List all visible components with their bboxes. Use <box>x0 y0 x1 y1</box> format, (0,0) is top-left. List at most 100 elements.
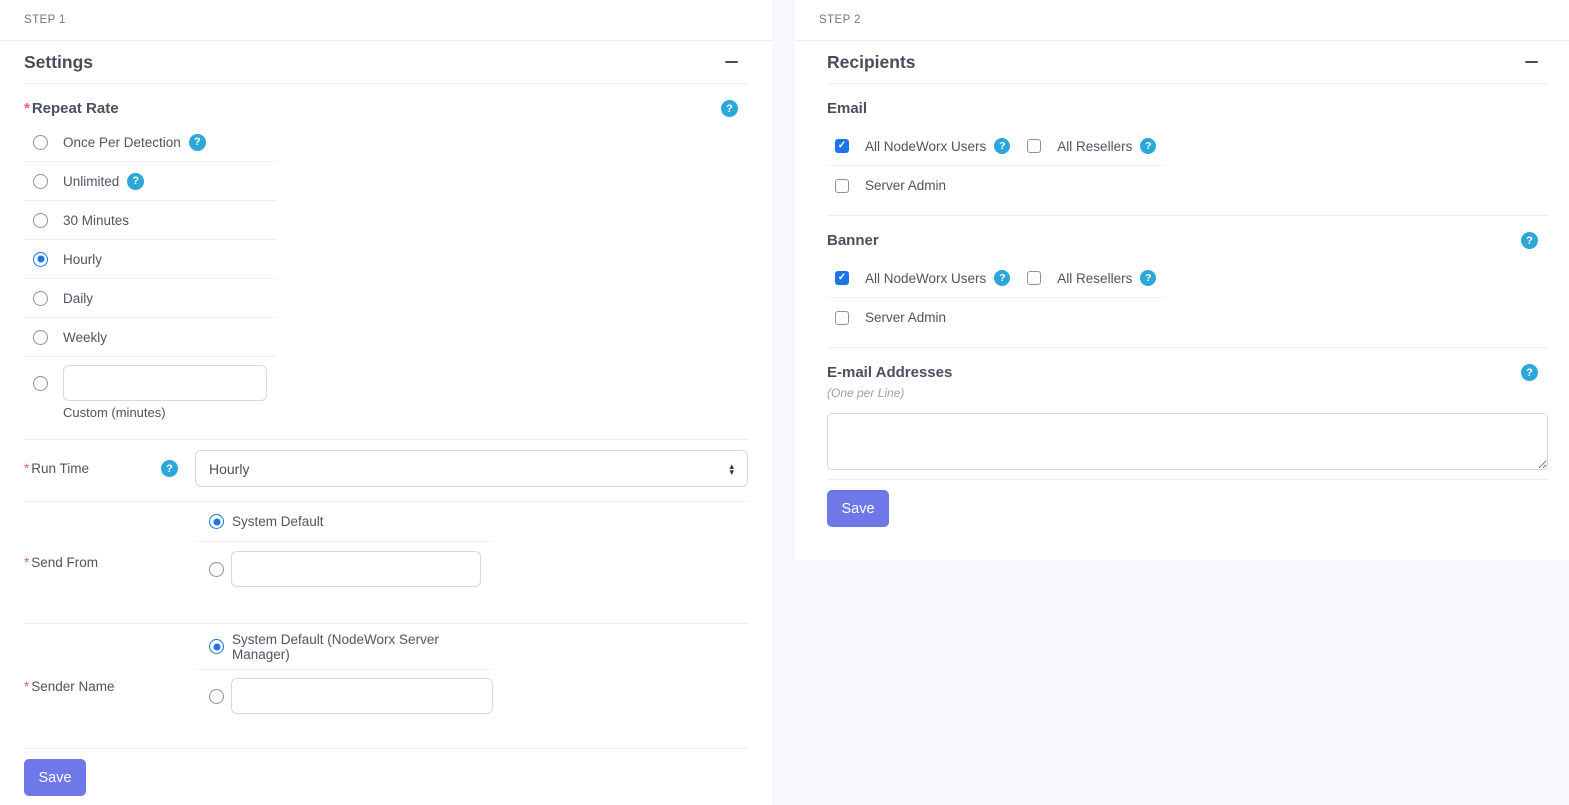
checkbox-label: All Resellers <box>1057 138 1133 154</box>
option-label: Daily <box>63 290 94 306</box>
option-label: System Default (NodeWorx Server Manager) <box>232 631 439 662</box>
send-from-row: * Send From System Default <box>24 502 748 623</box>
checkbox[interactable]: ✓ <box>1027 271 1042 285</box>
send-from-input[interactable] <box>231 551 481 587</box>
help-icon[interactable]: ? <box>1521 232 1538 249</box>
select-arrows-icon: ▴ ▾ <box>729 460 734 477</box>
required-asterisk: * <box>24 678 30 694</box>
radio-button[interactable] <box>209 688 224 704</box>
send-from-label: * Send From <box>24 555 99 570</box>
help-icon[interactable]: ? <box>1140 270 1157 286</box>
send-from-system-default[interactable]: System Default <box>195 502 493 542</box>
sender-name-custom <box>195 670 493 748</box>
run-time-select[interactable]: Hourly ▴ ▾ <box>195 450 748 487</box>
email-all-nodeworx-users[interactable]: ✓ All NodeWorx Users ? <box>835 138 1011 154</box>
page: STEP 1 Settings * Repeat Rate ? Once Per … <box>0 0 1569 805</box>
sender-name-input[interactable] <box>231 678 493 714</box>
help-icon[interactable]: ? <box>994 270 1011 286</box>
radio-button[interactable] <box>33 134 48 150</box>
run-time-label: * Run Time <box>24 461 90 476</box>
checkbox[interactable]: ✓ <box>1027 139 1042 153</box>
option-label: Hourly <box>63 251 103 267</box>
help-icon[interactable]: ? <box>721 100 738 117</box>
run-time-label-col: * Run Time ? <box>24 460 195 477</box>
repeat-option-30-minutes[interactable]: 30 Minutes <box>24 201 277 240</box>
radio-button[interactable] <box>209 514 224 529</box>
custom-minutes-input[interactable] <box>63 365 267 401</box>
email-addresses-subtitle: (One per Line) <box>827 386 905 400</box>
banner-server-admin[interactable]: ✓ Server Admin <box>827 298 1548 337</box>
help-icon[interactable]: ? <box>188 133 206 151</box>
repeat-rate-label: * Repeat Rate <box>24 100 119 117</box>
required-asterisk: * <box>24 555 30 570</box>
checkbox-label: Server Admin <box>865 178 947 193</box>
checkbox-label: Server Admin <box>865 310 947 325</box>
save-button[interactable]: Save <box>827 490 889 527</box>
collapse-icon[interactable] <box>725 61 738 63</box>
step1-header: STEP 1 <box>0 0 772 41</box>
banner-all-resellers[interactable]: ✓ All Resellers ? <box>1027 270 1157 286</box>
radio-button[interactable] <box>33 290 48 306</box>
email-all-resellers[interactable]: ✓ All Resellers ? <box>1027 138 1157 154</box>
step2-header: STEP 2 <box>795 0 1569 41</box>
repeat-option-custom: Custom (minutes) <box>24 365 748 420</box>
step2-label: STEP 2 <box>819 14 861 26</box>
help-icon[interactable]: ? <box>994 138 1011 154</box>
checkbox-label: All NodeWorx Users <box>865 270 987 286</box>
custom-minutes-group: Custom (minutes) <box>63 365 267 420</box>
repeat-option-weekly[interactable]: Weekly <box>24 318 277 357</box>
email-addresses-textarea[interactable] <box>827 413 1548 470</box>
send-from-custom <box>195 542 493 623</box>
custom-minutes-label: Custom (minutes) <box>63 405 166 420</box>
recipients-footer: Save <box>827 479 1548 560</box>
settings-title-row: Settings <box>24 41 748 84</box>
banner-all-nodeworx-users[interactable]: ✓ All NodeWorx Users ? <box>835 270 1011 286</box>
repeat-option-once-per-detection[interactable]: Once Per Detection ? <box>24 123 277 162</box>
recipients-title: Recipients <box>827 51 916 72</box>
banner-checkbox-row: ✓ All NodeWorx Users ? ✓ All Resellers ? <box>827 259 1165 298</box>
divider <box>827 347 1548 348</box>
run-time-row: * Run Time ? Hourly ▴ ▾ <box>24 440 748 501</box>
option-label: Weekly <box>63 329 108 345</box>
settings-card-body: Settings * Repeat Rate ? Once Per Detecti… <box>0 41 772 805</box>
repeat-option-unlimited[interactable]: Unlimited ? <box>24 162 277 201</box>
run-time-selected-value: Hourly <box>209 460 250 477</box>
settings-footer: Save <box>24 748 748 805</box>
sender-name-system-default[interactable]: System Default (NodeWorx Server Manager) <box>195 624 493 670</box>
radio-button[interactable] <box>209 561 224 577</box>
help-icon[interactable]: ? <box>1140 138 1157 154</box>
option-label: Unlimited <box>63 173 120 189</box>
recipients-card-body: Recipients Email ✓ All NodeWorx Users ? … <box>795 41 1569 560</box>
required-asterisk: * <box>24 100 30 117</box>
email-checkbox-row: ✓ All NodeWorx Users ? ✓ All Resellers ? <box>827 127 1165 166</box>
send-from-options: System Default <box>195 502 493 623</box>
help-icon[interactable]: ? <box>1521 364 1538 381</box>
sender-name-row: * Sender Name System Default (NodeWorx Se… <box>24 624 748 748</box>
radio-button[interactable] <box>33 173 48 189</box>
option-label: 30 Minutes <box>63 212 130 228</box>
radio-button[interactable] <box>33 251 48 267</box>
radio-button[interactable] <box>209 639 224 654</box>
checkbox[interactable]: ✓ <box>835 271 849 285</box>
recipients-title-row: Recipients <box>827 41 1548 84</box>
save-button[interactable]: Save <box>24 759 86 796</box>
repeat-option-daily[interactable]: Daily <box>24 279 277 318</box>
checkbox[interactable]: ✓ <box>835 139 849 153</box>
help-icon[interactable]: ? <box>127 172 145 190</box>
email-server-admin[interactable]: ✓ Server Admin <box>827 166 1548 205</box>
radio-button[interactable] <box>33 212 48 228</box>
radio-button[interactable] <box>33 329 48 345</box>
help-icon[interactable]: ? <box>161 460 178 477</box>
radio-button[interactable] <box>33 376 48 391</box>
checkbox-label: All Resellers <box>1057 270 1133 286</box>
option-label: System Default <box>232 514 324 529</box>
repeat-rate-options: Once Per Detection ? Unlimited ? 30 Minu… <box>24 123 277 357</box>
banner-section-heading: Banner ? <box>827 232 1548 249</box>
checkbox[interactable]: ✓ <box>835 178 849 193</box>
recipients-card: STEP 2 Recipients Email ✓ All NodeWorx U… <box>795 0 1569 560</box>
email-addresses-title: E-mail Addresses <box>827 364 953 381</box>
email-section-title: Email <box>827 100 868 117</box>
checkbox[interactable]: ✓ <box>835 310 849 325</box>
repeat-option-hourly[interactable]: Hourly <box>24 240 277 279</box>
collapse-icon[interactable] <box>1525 61 1538 63</box>
